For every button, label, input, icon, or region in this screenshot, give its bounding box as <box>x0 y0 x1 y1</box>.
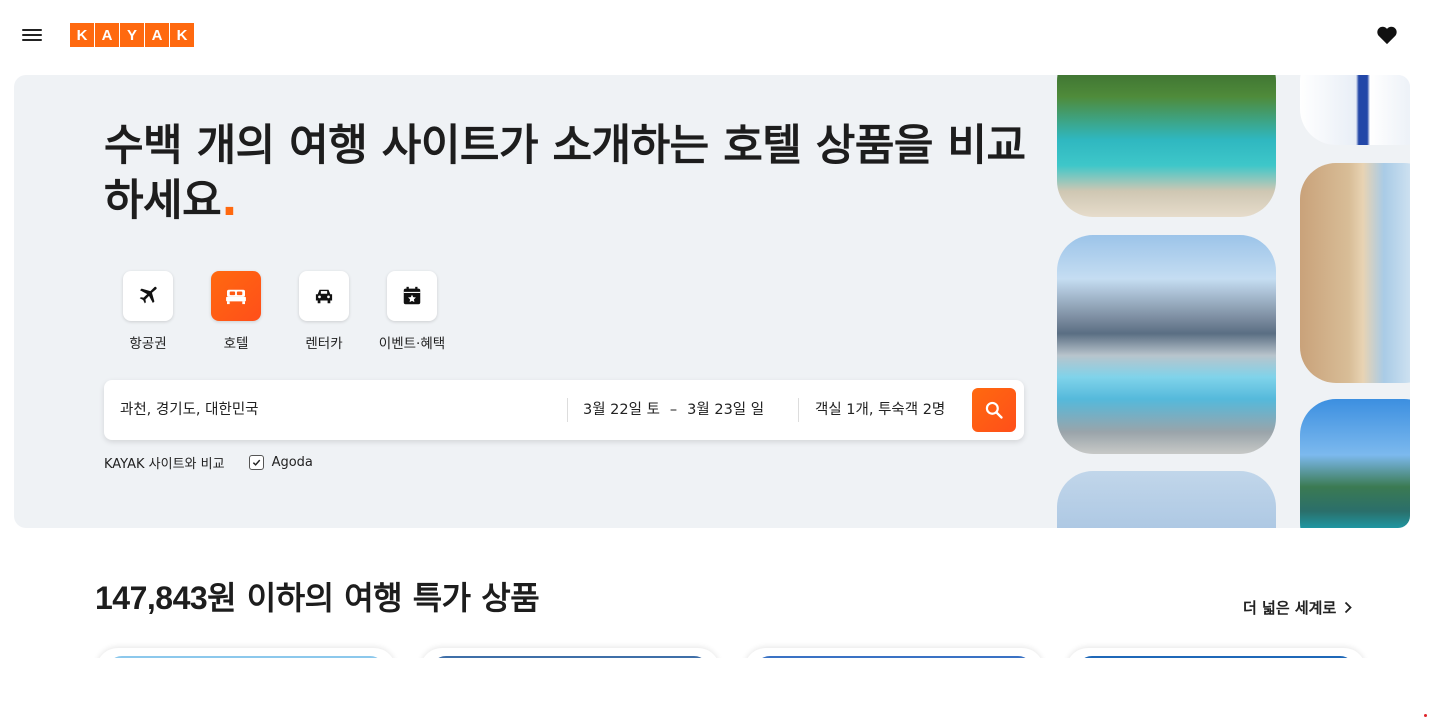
bottom-fade <box>0 658 1429 720</box>
hero-title-dot: . <box>221 176 238 226</box>
white-blue-building-photo <box>1300 75 1410 145</box>
logo-letter: K <box>70 23 94 47</box>
date-separator: – <box>669 402 678 418</box>
hero-title-text: 수백 개의 여행 사이트가 소개하는 호텔 상품을 비교하세요 <box>104 121 1026 226</box>
kayak-logo[interactable]: K A Y A K <box>70 23 194 47</box>
tab-hotels-label: 호텔 <box>223 336 249 352</box>
explore-label: 더 넓은 세계로 <box>1243 599 1337 617</box>
tab-hotels[interactable]: 호텔 <box>192 271 280 352</box>
search-icon <box>985 401 1003 419</box>
deals-heading: 147,843원 이하의 여행 특가 상품 <box>95 573 540 619</box>
checkin-date[interactable]: 3월 22일 토 <box>583 402 660 418</box>
chevron-right-icon <box>1345 601 1353 614</box>
agoda-checkbox[interactable] <box>248 455 264 470</box>
search-button[interactable] <box>972 388 1016 432</box>
logo-letter: Y <box>120 23 144 47</box>
divider <box>567 398 568 422</box>
hamburger-menu-icon[interactable] <box>22 26 42 44</box>
tab-cars-label: 렌터카 <box>305 336 343 352</box>
airplane-icon <box>123 271 173 321</box>
guests-picker[interactable]: 객실 1개, 투숙객 2명 <box>815 380 945 440</box>
tab-flights-label: 항공권 <box>129 336 167 352</box>
logo-letter: A <box>95 23 119 47</box>
car-icon <box>299 271 349 321</box>
logo-letter: K <box>170 23 194 47</box>
hero-title: 수백 개의 여행 사이트가 소개하는 호텔 상품을 비교하세요. <box>104 119 1034 229</box>
tab-cars[interactable]: 렌터카 <box>280 271 368 352</box>
coastal-bay-photo <box>1300 399 1410 528</box>
deals-price: 147,843 <box>95 580 208 616</box>
hotel-search-form: 과천, 경기도, 대한민국 3월 22일 토 –3월 23일 일 객실 1개, 투… <box>104 380 1024 440</box>
vertical-tabs: 항공권 호텔 렌터카 이벤트·혜택 <box>104 271 456 352</box>
logo-letter: A <box>145 23 169 47</box>
hotel-pool-photo <box>1057 75 1276 217</box>
bed-icon <box>211 271 261 321</box>
destination-input[interactable]: 과천, 경기도, 대한민국 <box>120 380 259 440</box>
top-bar: K A Y A K <box>0 0 1429 72</box>
sky-photo <box>1057 471 1276 528</box>
tab-events[interactable]: 이벤트·혜택 <box>368 271 456 352</box>
heart-icon[interactable] <box>1376 25 1398 45</box>
agoda-label[interactable]: Agoda <box>272 455 313 470</box>
divider <box>798 398 799 422</box>
explore-link[interactable]: 더 넓은 세계로 <box>1243 597 1353 618</box>
stone-terrace-photo <box>1300 163 1410 383</box>
tab-events-label: 이벤트·혜택 <box>378 336 446 352</box>
villa-infinity-pool-photo <box>1057 235 1276 454</box>
deals-title-text: 원 이하의 여행 특가 상품 <box>207 579 540 617</box>
date-range-picker[interactable]: 3월 22일 토 –3월 23일 일 <box>583 380 764 440</box>
compare-sites: KAYAK 사이트와 비교 Agoda <box>104 453 313 472</box>
indicator-dot <box>1424 714 1427 717</box>
calendar-star-icon <box>387 271 437 321</box>
tab-flights[interactable]: 항공권 <box>104 271 192 352</box>
checkmark-icon <box>252 459 260 466</box>
hero-section: 수백 개의 여행 사이트가 소개하는 호텔 상품을 비교하세요. 항공권 호텔 … <box>14 75 1410 528</box>
compare-label: KAYAK 사이트와 비교 <box>104 457 225 472</box>
checkout-date[interactable]: 3월 23일 일 <box>687 402 764 418</box>
